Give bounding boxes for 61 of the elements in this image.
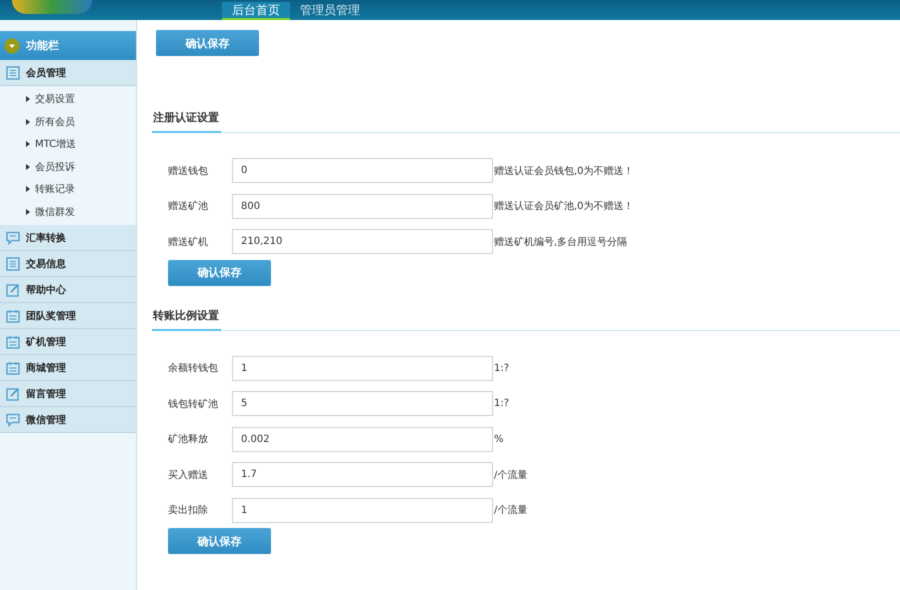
- input-field[interactable]: 0.002: [232, 426, 493, 452]
- input-field[interactable]: 1: [232, 498, 493, 523]
- sidebar-link[interactable]: 微信群发: [0, 200, 136, 223]
- triangle-icon: [26, 118, 30, 125]
- field-label: 赠送钱包: [168, 164, 209, 178]
- input-field[interactable]: 800: [232, 194, 493, 219]
- field-label: 赠送矿池: [168, 200, 209, 214]
- chat-icon: [6, 412, 20, 426]
- nav-tab[interactable]: 管理员管理: [290, 2, 370, 20]
- calendar-icon: [6, 334, 20, 348]
- sidebar-link[interactable]: 转账记录: [0, 178, 136, 200]
- triangle-icon: [26, 96, 30, 102]
- sidebar-link[interactable]: MTC增送: [0, 133, 136, 156]
- input-field[interactable]: 210,210: [232, 229, 493, 254]
- edit-icon: [6, 386, 20, 400]
- logo-icon: [12, 0, 92, 14]
- field-hint: 1:?: [494, 398, 510, 410]
- triangle-icon: [26, 208, 30, 215]
- dropdown-icon: [4, 38, 20, 54]
- sidebar-group[interactable]: 交易信息: [0, 251, 136, 277]
- sidebar-link[interactable]: 所有会员: [0, 110, 136, 133]
- field-label: 赠送矿机: [168, 236, 209, 249]
- sidebar-group[interactable]: 帮助中心: [0, 277, 136, 303]
- sidebar-group[interactable]: 矿机管理: [0, 329, 136, 355]
- field-label: 钱包转矿池: [168, 398, 219, 411]
- chat-icon: [6, 230, 20, 244]
- sidebar-group[interactable]: 团队奖管理: [0, 303, 136, 329]
- calendar-icon: [6, 308, 20, 322]
- field-hint: 1:?: [494, 362, 510, 374]
- input-field[interactable]: 5: [232, 391, 493, 416]
- edit-icon: [6, 282, 20, 296]
- field-hint: 赠送矿机编号,多台用逗号分隔: [494, 236, 628, 249]
- input-field[interactable]: 0: [232, 158, 493, 184]
- field-label: 矿池释放: [168, 432, 209, 446]
- triangle-icon: [26, 164, 30, 170]
- nav-tab[interactable]: 后台首页: [222, 2, 290, 20]
- calendar-icon: [6, 360, 20, 374]
- field-hint: %: [494, 434, 504, 445]
- sidebar-group[interactable]: 汇率转换: [0, 225, 136, 251]
- list-icon: [6, 256, 20, 270]
- triangle-icon: [26, 186, 30, 192]
- field-hint: /个流量: [494, 504, 528, 518]
- sidebar-group[interactable]: 留言管理: [0, 381, 136, 407]
- field-label: 余额转钱包: [168, 362, 219, 376]
- field-hint: /个流量: [494, 468, 528, 482]
- sidebar-group[interactable]: 商城管理: [0, 355, 136, 381]
- input-field[interactable]: 1.7: [232, 462, 493, 488]
- sidebar-link[interactable]: 会员投诉: [0, 156, 136, 178]
- field-label: 买入赠送: [168, 468, 209, 482]
- field-label: 卖出扣除: [168, 504, 209, 518]
- sidebar-group[interactable]: 会员管理: [0, 60, 136, 86]
- field-hint: 赠送认证会员矿池,0为不赠送！: [494, 200, 634, 214]
- sidebar-group[interactable]: 微信管理: [0, 407, 136, 433]
- section-title: 注册认证设置: [152, 110, 221, 133]
- field-hint: 赠送认证会员钱包,0为不赠送！: [494, 164, 634, 178]
- sidebar-link[interactable]: 交易设置: [0, 88, 136, 110]
- list-icon: [6, 66, 20, 80]
- section-title: 转账比例设置: [152, 308, 221, 330]
- triangle-icon: [26, 141, 30, 148]
- input-field[interactable]: 1: [232, 356, 493, 381]
- sidebar-title: 功能栏: [26, 38, 59, 53]
